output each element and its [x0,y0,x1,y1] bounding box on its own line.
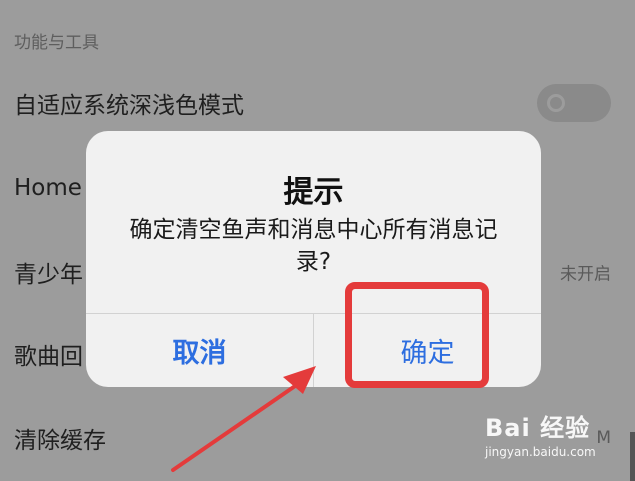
watermark-url: jingyan.baidu.com [485,445,596,459]
watermark-logo: Bai 经验 [485,414,591,442]
watermark: Bai 经验 jingyan.baidu.com [485,408,625,468]
